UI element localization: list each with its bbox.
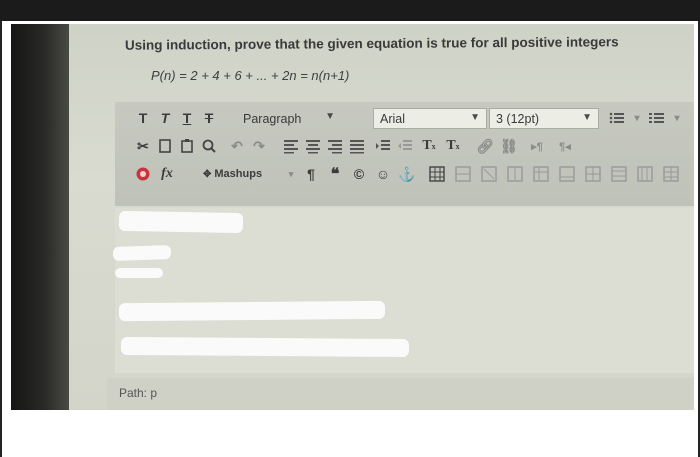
status-bar: Path: p (107, 378, 694, 410)
screen-photo: Using induction, prove that the given eq… (11, 24, 694, 410)
paragraph-select[interactable]: Paragraph ▼ (237, 108, 341, 129)
table-props-icon[interactable] (609, 164, 629, 184)
paste-icon[interactable] (177, 136, 197, 156)
copyright-icon[interactable]: © (349, 164, 369, 184)
mashups-icon: ✥ (203, 168, 212, 180)
unlink-icon[interactable]: ⛓︎ (499, 136, 519, 156)
numbered-list-icon[interactable] (647, 108, 667, 128)
chevron-down-icon: ▼ (582, 112, 592, 123)
paragraph-select-value: Paragraph (243, 111, 302, 126)
outdent-icon[interactable] (395, 136, 415, 156)
table-merge-icon[interactable] (557, 164, 577, 184)
font-size-select-value: 3 (12pt) (496, 111, 540, 126)
cut-icon[interactable]: ✂ (133, 136, 153, 156)
chevron-down-icon[interactable]: ▾ (281, 164, 301, 184)
superscript-button[interactable]: Tx (419, 136, 439, 156)
cell-props-icon[interactable] (635, 164, 655, 184)
toolbar-row-1: T T T T Paragraph ▼ Arial ▼ 3 (12pt) ▼ ▾ (115, 106, 694, 132)
indent-icon[interactable] (373, 136, 393, 156)
table-row-insert-icon[interactable] (453, 164, 473, 184)
redaction-mark (118, 300, 386, 322)
font-select[interactable]: Arial ▼ (373, 108, 487, 129)
link-icon[interactable]: 🔗︎ (475, 136, 495, 156)
find-icon[interactable] (199, 136, 219, 156)
copy-icon[interactable] (155, 136, 175, 156)
top-black-bar (0, 0, 700, 21)
align-right-icon[interactable] (325, 136, 345, 156)
table-icon[interactable] (427, 164, 447, 184)
equation-text: P(n) = 2 + 4 + 6 + ... + 2n = n(n+1) (151, 68, 350, 83)
question-text: Using induction, prove that the given eq… (124, 34, 619, 53)
chevron-down-icon[interactable]: ▾ (667, 108, 687, 128)
font-select-value: Arial (380, 111, 406, 126)
bullet-list-icon[interactable] (607, 108, 627, 128)
paragraph-mark-icon[interactable]: ¶ (301, 164, 321, 184)
bold-button[interactable]: T (133, 108, 153, 128)
underline-button[interactable]: T (177, 108, 197, 128)
redaction-mark (118, 210, 244, 234)
redaction-mark (115, 268, 163, 278)
element-path: Path: p (119, 386, 158, 400)
blockquote-icon[interactable]: ❝ (325, 164, 345, 184)
table-col-delete-icon[interactable] (531, 164, 551, 184)
font-size-select[interactable]: 3 (12pt) ▼ (489, 108, 599, 129)
table-row-delete-icon[interactable] (479, 164, 499, 184)
emoji-icon[interactable]: ☺ (373, 164, 393, 184)
table-col-insert-icon[interactable] (505, 164, 525, 184)
rtl-icon[interactable]: ¶◂ (555, 136, 575, 156)
toolbar-row-2: ✂ ↶ ↷ T x T x 🔗︎ ⛓︎ ▸¶ ¶◂ (115, 134, 694, 160)
record-icon[interactable] (133, 164, 153, 184)
subscript-button[interactable]: Tx (443, 136, 463, 156)
align-justify-icon[interactable] (347, 136, 367, 156)
toolbar-row-3: fx ✥ Mashups ▾ ¶ ❝ © ☺ ⚓ (115, 162, 694, 188)
formula-icon[interactable]: fx (157, 164, 177, 184)
ltr-icon[interactable]: ▸¶ (527, 136, 547, 156)
italic-button[interactable]: T (155, 108, 175, 128)
chevron-down-icon[interactable]: ▾ (627, 108, 647, 128)
monitor-bezel (11, 24, 69, 410)
editor-toolbar: T T T T Paragraph ▼ Arial ▼ 3 (12pt) ▼ ▾ (115, 102, 694, 206)
undo-icon[interactable]: ↶ (227, 136, 247, 156)
table-split-icon[interactable] (583, 164, 603, 184)
redo-icon[interactable]: ↷ (249, 136, 269, 156)
chevron-down-icon: ▼ (325, 111, 335, 122)
strikethrough-button[interactable]: T (199, 108, 219, 128)
frame-border-left (0, 21, 2, 457)
anchor-icon[interactable]: ⚓ (397, 164, 417, 184)
redaction-mark (120, 336, 410, 358)
chevron-down-icon: ▼ (470, 112, 480, 123)
align-center-icon[interactable] (303, 136, 323, 156)
redaction-mark (112, 244, 172, 262)
mashups-button[interactable]: ✥ Mashups (203, 164, 273, 184)
align-left-icon[interactable] (281, 136, 301, 156)
editor-content-area[interactable] (112, 208, 694, 373)
table-delete-icon[interactable] (661, 164, 681, 184)
